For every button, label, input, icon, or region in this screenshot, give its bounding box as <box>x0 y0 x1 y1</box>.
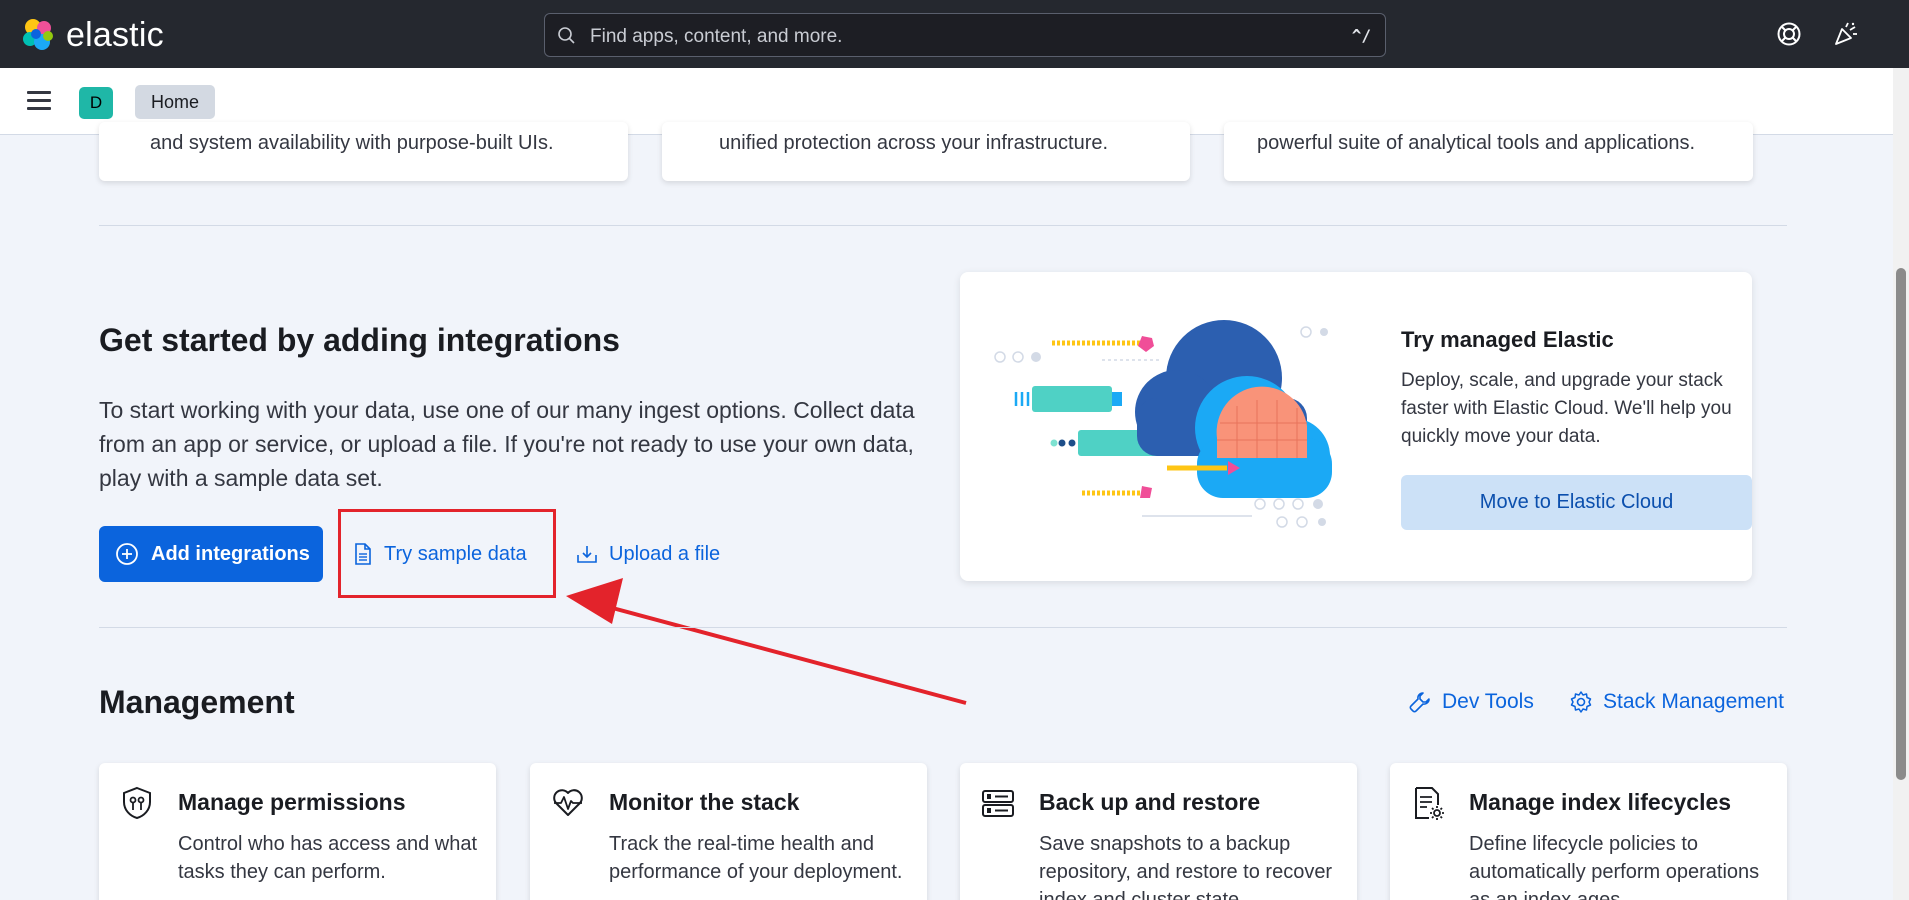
document-gear-icon <box>1415 787 1444 820</box>
elastic-logo-icon <box>23 19 53 50</box>
storage-icon <box>982 790 1014 817</box>
space-avatar[interactable]: D <box>79 87 113 119</box>
card-title: Monitor the stack <box>609 789 800 815</box>
help-icon[interactable] <box>1776 21 1802 47</box>
solution-card-text: powerful suite of analytical tools and a… <box>1257 132 1696 154</box>
plus-circle-icon <box>116 543 138 565</box>
wrench-icon <box>1409 692 1430 713</box>
news-feed-icon[interactable] <box>1833 21 1859 47</box>
gear-icon <box>1570 691 1592 713</box>
divider <box>99 627 1787 628</box>
stack-management-link[interactable]: Stack Management <box>1569 690 1784 714</box>
card-description: Control who has access and what tasks th… <box>178 833 478 883</box>
move-to-elastic-cloud-button[interactable]: Move to Elastic Cloud <box>1401 475 1752 530</box>
search-shortcut: ^/ <box>1351 26 1371 45</box>
card-description: Track the real-time health and performan… <box>609 833 903 883</box>
integrations-description: To start working with your data, use one… <box>99 397 915 491</box>
monitor-stack-card[interactable]: Monitor the stack Track the real-time he… <box>530 763 927 900</box>
cloud-illustration <box>994 320 1332 528</box>
integrations-title: Get started by adding integrations <box>99 322 620 358</box>
breadcrumb-home[interactable]: Home <box>135 85 216 119</box>
elastic-logo[interactable]: elastic <box>20 17 164 53</box>
annotation-highlight-box <box>338 509 556 598</box>
solution-card-analytics[interactable]: powerful suite of analytical tools and a… <box>1224 122 1753 181</box>
top-header: elastic Find apps, content, and more. ^/ <box>0 0 1909 68</box>
upload-file-button[interactable]: Upload a file <box>575 537 720 571</box>
dev-tools-link[interactable]: Dev Tools <box>1408 690 1534 714</box>
solution-card-text: unified protection across your infrastru… <box>719 132 1109 154</box>
management-title: Management <box>99 684 295 720</box>
backup-restore-card[interactable]: Back up and restore Save snapshots to a … <box>960 763 1357 900</box>
download-tray-icon <box>577 546 597 563</box>
add-integrations-label: Add integrations <box>151 542 310 565</box>
card-description: Save snapshots to a backup repository, a… <box>1039 833 1333 900</box>
global-search-input[interactable]: Find apps, content, and more. ^/ <box>544 13 1386 57</box>
card-title: Manage permissions <box>178 789 406 815</box>
card-title: Back up and restore <box>1039 789 1261 815</box>
stack-management-label: Stack Management <box>1603 690 1784 713</box>
upload-file-label: Upload a file <box>609 542 721 565</box>
solution-card-security[interactable]: unified protection across your infrastru… <box>662 122 1190 181</box>
cloud-promo-title: Try managed Elastic <box>1401 327 1614 352</box>
solution-card-observability[interactable]: and system availability with purpose-bui… <box>99 122 628 181</box>
card-description: Define lifecycle policies to automatical… <box>1469 833 1760 900</box>
search-icon <box>558 27 575 44</box>
divider <box>99 225 1787 226</box>
dev-tools-label: Dev Tools <box>1442 690 1534 713</box>
logo-text: elastic <box>66 16 164 54</box>
search-placeholder: Find apps, content, and more. <box>590 26 843 47</box>
card-title: Manage index lifecycles <box>1469 789 1732 815</box>
cloud-promo-description: Deploy, scale, and upgrade your stack fa… <box>1401 370 1732 447</box>
manage-permissions-card[interactable]: Manage permissions Control who has acces… <box>99 763 496 900</box>
index-lifecycle-card[interactable]: Manage index lifecycles Define lifecycle… <box>1390 763 1787 900</box>
heartbeat-icon <box>553 789 583 816</box>
elastic-cloud-promo-card: Try managed Elastic Deploy, scale, and u… <box>960 272 1752 581</box>
solution-card-text: and system availability with purpose-bui… <box>150 132 554 154</box>
menu-icon[interactable] <box>27 91 51 111</box>
scrollbar-thumb[interactable] <box>1896 268 1906 780</box>
shield-icon <box>123 786 151 820</box>
add-integrations-button[interactable]: Add integrations <box>99 526 323 582</box>
